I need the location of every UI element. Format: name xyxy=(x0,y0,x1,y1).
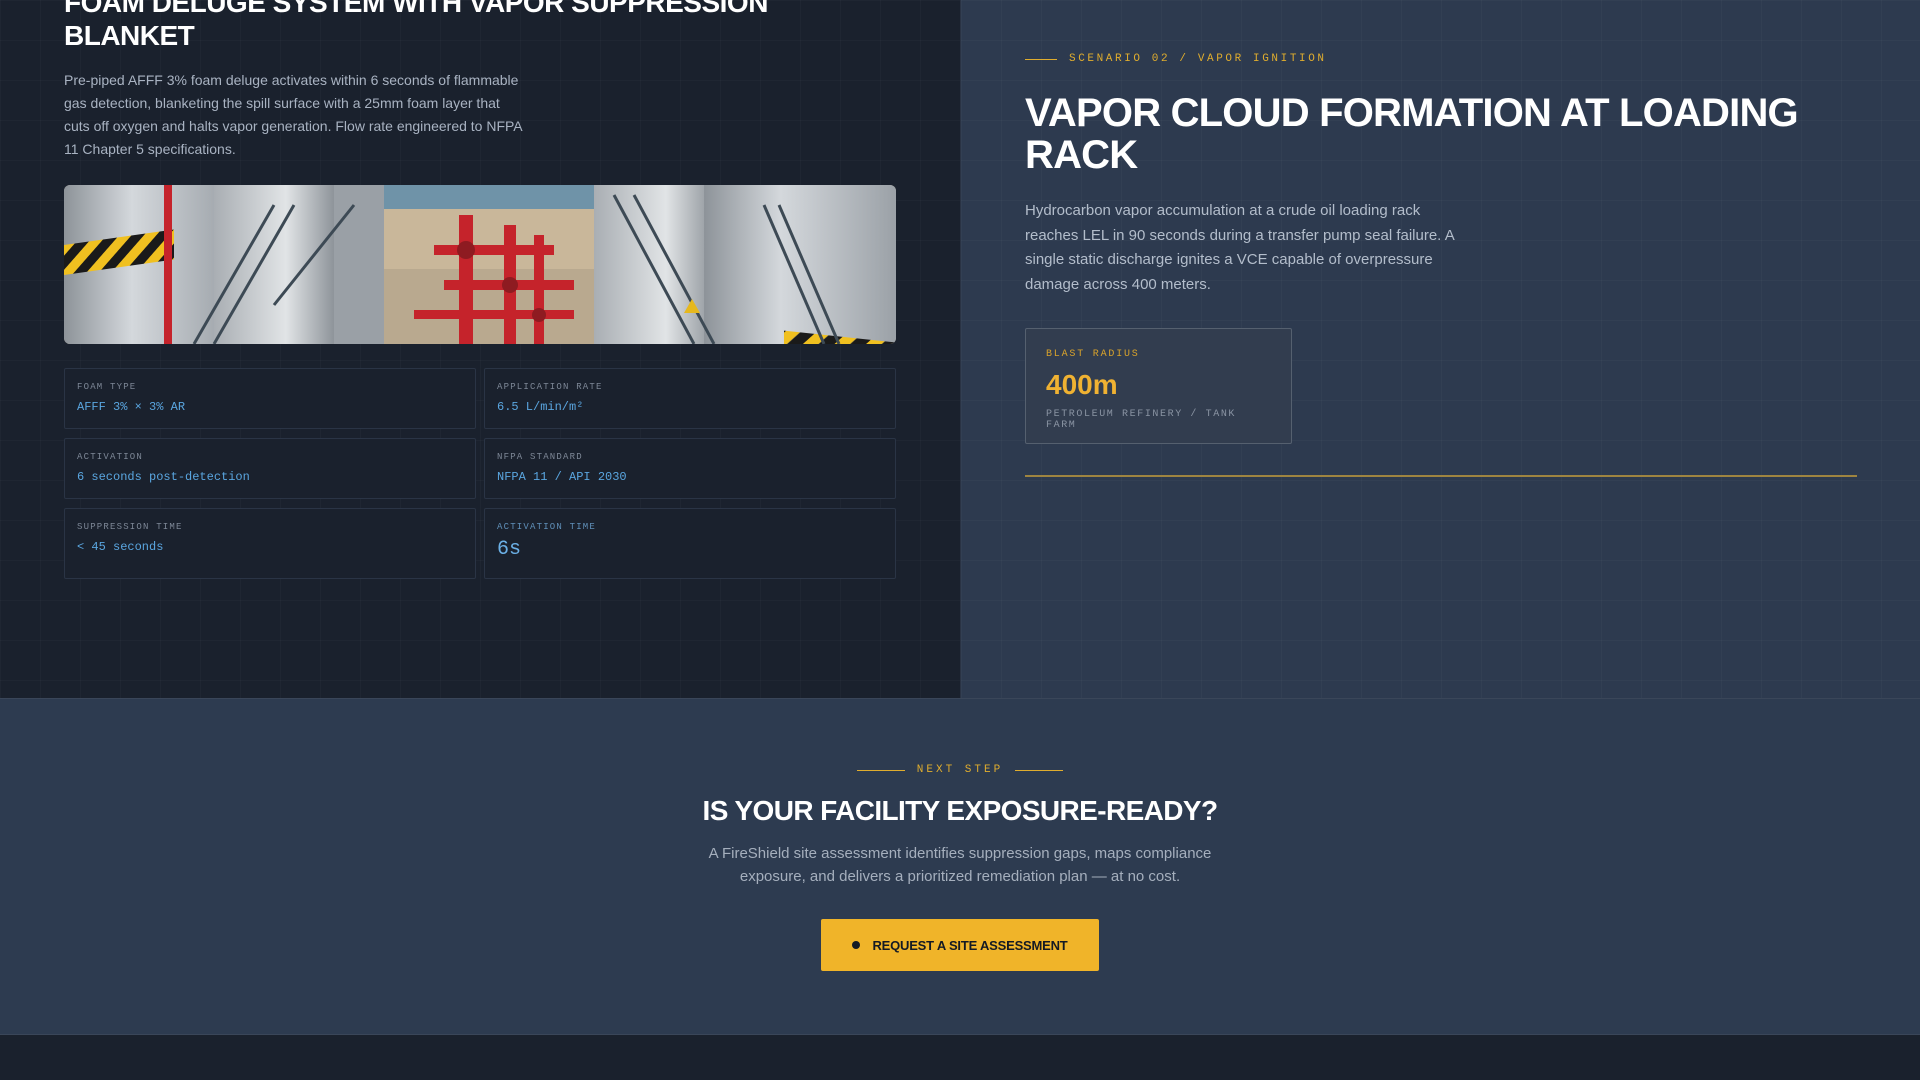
solution-panel: FOAM DELUGE SYSTEM WITH VAPOR SUPPRESSIO… xyxy=(0,0,960,698)
cta-button-label: REQUEST A SITE ASSESSMENT xyxy=(872,937,1068,953)
spec-suppression-time: SUPPRESSION TIME < 45 seconds xyxy=(64,508,476,579)
spec-value: 6s xyxy=(497,538,522,561)
spec-label: ACTIVATION xyxy=(77,452,144,462)
stat-subtitle: PETROLEUM REFINERY / TANK FARM xyxy=(1046,409,1237,431)
eyebrow-text: SCENARIO 02 / VAPOR IGNITION xyxy=(1069,53,1327,65)
cta-eyebrow: NEXT STEP xyxy=(0,764,1920,776)
tank-farm-photo xyxy=(64,185,896,344)
cta-title: IS YOUR FACILITY EXPOSURE-READY? xyxy=(702,795,1219,826)
spec-grid: FOAM TYPE AFFF 3% × 3% AR APPLICATION RA… xyxy=(64,368,896,579)
spec-nfpa-standard: NFPA STANDARD NFPA 11 / API 2030 xyxy=(484,438,896,499)
scenario-section: FOAM DELUGE SYSTEM WITH VAPOR SUPPRESSIO… xyxy=(0,0,1920,698)
spec-foam-type: FOAM TYPE AFFF 3% × 3% AR xyxy=(64,368,476,429)
spec-value: 6.5 L/min/m² xyxy=(497,400,584,414)
scenario-panel: SCENARIO 02 / VAPOR IGNITION VAPOR CLOUD… xyxy=(960,0,1920,698)
cta-description: A FireShield site assessment identifies … xyxy=(708,845,1212,885)
spec-value: NFPA 11 / API 2030 xyxy=(497,470,627,484)
eyebrow-rule-left xyxy=(856,769,905,771)
spec-label: ACTIVATION TIME xyxy=(497,522,597,532)
spec-activation-time: ACTIVATION TIME 6s xyxy=(484,508,896,579)
spec-activation: ACTIVATION 6 seconds post-detection xyxy=(64,438,476,499)
spec-value: AFFF 3% × 3% AR xyxy=(77,400,186,414)
spec-label: SUPPRESSION TIME xyxy=(77,522,183,532)
divider xyxy=(1025,475,1857,477)
eyebrow-rule-right xyxy=(1015,769,1064,771)
stat-value: 400m xyxy=(1046,369,1118,400)
scenario-description: Hydrocarbon vapor accumulation at a crud… xyxy=(1025,202,1454,293)
scenario-eyebrow: SCENARIO 02 / VAPOR IGNITION xyxy=(1025,53,1327,65)
tank-farm-image xyxy=(64,185,896,344)
spec-application-rate: APPLICATION RATE 6.5 L/min/m² xyxy=(484,368,896,429)
cta-section: NEXT STEP IS YOUR FACILITY EXPOSURE-READ… xyxy=(0,698,1920,1035)
solution-description: Pre-piped AFFF 3% foam deluge activates … xyxy=(64,72,522,157)
stat-label: BLAST RADIUS xyxy=(1046,349,1140,360)
blast-radius-card: BLAST RADIUS 400m PETROLEUM REFINERY / T… xyxy=(1025,328,1292,444)
solution-title: FOAM DELUGE SYSTEM WITH VAPOR SUPPRESSIO… xyxy=(64,0,768,51)
footer-strip xyxy=(0,1035,1920,1080)
scenario-title: VAPOR CLOUD FORMATION AT LOADING RACK xyxy=(1025,91,1799,177)
spec-value: < 45 seconds xyxy=(77,540,164,554)
bullet-icon xyxy=(852,941,861,949)
spec-label: APPLICATION RATE xyxy=(497,382,603,392)
request-assessment-button[interactable]: REQUEST A SITE ASSESSMENT xyxy=(821,919,1099,971)
eyebrow-rule xyxy=(1025,58,1057,60)
cta-eyebrow-text: NEXT STEP xyxy=(916,764,1004,776)
spec-label: FOAM TYPE xyxy=(77,382,137,392)
spec-label: NFPA STANDARD xyxy=(497,452,583,462)
spec-value: 6 seconds post-detection xyxy=(77,470,250,484)
